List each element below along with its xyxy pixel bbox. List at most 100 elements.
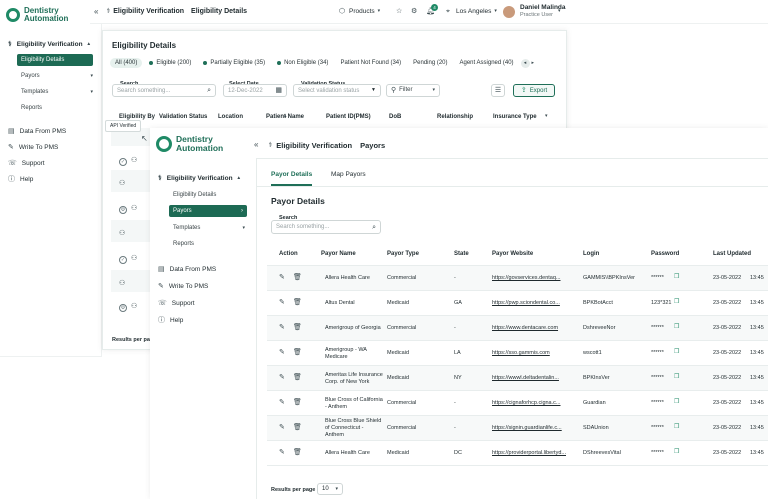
sidebar-item-help[interactable]: ⓘ Help <box>158 317 183 324</box>
edit-icon[interactable]: ✎ <box>279 274 285 281</box>
breadcrumb-root[interactable]: Eligibility Verification <box>276 141 352 150</box>
copy-icon[interactable]: ❐ <box>674 399 679 405</box>
user-icon[interactable]: ⚇ <box>119 280 125 287</box>
table-row[interactable]: ✎ 🗑︎ Amerigroup - WA Medicare Medicaid LA http… <box>267 341 768 366</box>
table-row[interactable]: ✎ 🗑︎ Altus Dental Medicaid GA https://pwp.sci… <box>267 291 768 316</box>
table-row[interactable]: ✎ 🗑︎ Blue Cross of California - Anthem Comme… <box>267 391 768 416</box>
filter-chip-non-eligible[interactable]: Non Eligible (34) <box>272 58 333 68</box>
sidebar-item-reports[interactable]: Reports <box>21 105 42 111</box>
sidebar-item-write-to-pms[interactable]: ✎ Write To PMS <box>158 283 208 290</box>
table-row[interactable]: ✎ 🗑︎ Allera Health Care Commercial - https://… <box>267 266 768 291</box>
list-view-button[interactable]: ☰ <box>491 84 505 97</box>
sort-icon[interactable]: ▴ <box>284 114 287 119</box>
chevron-right-icon[interactable]: ▸ <box>532 60 535 66</box>
sidebar-item-eligibility-details[interactable]: Eligibility Details <box>17 54 93 66</box>
user-icon[interactable]: ⚇ <box>119 230 125 237</box>
sidebar-item-payors[interactable]: Payors ▾ <box>21 73 93 79</box>
copy-icon[interactable]: ❐ <box>674 424 679 430</box>
page-size-select[interactable]: 10 ▾ <box>317 483 343 495</box>
date-picker[interactable]: 12-Dec-2022 ▦ <box>223 84 287 97</box>
validation-status-select[interactable]: Select validation status ▼ <box>293 84 381 97</box>
api-icon[interactable]: ⚙ <box>119 304 127 312</box>
filter-chip-agent-assigned[interactable]: Agent Assigned (40) <box>455 58 519 68</box>
table-row[interactable] <box>111 270 155 292</box>
filter-chip-pending[interactable]: Pending (20) <box>408 58 452 68</box>
sidebar-item-templates[interactable]: Templates ▾ <box>21 89 93 95</box>
user-icon[interactable]: ⚇ <box>131 255 137 262</box>
sidebar-item-help[interactable]: ⓘ Help <box>8 176 33 183</box>
search-input[interactable]: Search something... ⌕ <box>271 220 381 234</box>
payor-website-link[interactable]: https://cignaforhcp.cigna.c... <box>492 400 560 406</box>
sidebar-item-eligibility-details[interactable]: Eligibility Details <box>173 192 216 198</box>
sidebar-item-write-to-pms[interactable]: ✎ Write To PMS <box>8 144 58 151</box>
payor-website-link[interactable]: https://govservices.dentaq... <box>492 275 560 281</box>
copy-icon[interactable]: ❐ <box>674 449 679 455</box>
products-menu[interactable]: Products ▾ <box>349 8 380 15</box>
api-icon[interactable]: ⚙ <box>119 206 127 214</box>
payor-website-link[interactable]: https://sso.gammis.com <box>492 350 550 356</box>
copy-icon[interactable]: ❐ <box>674 349 679 355</box>
table-row[interactable] <box>111 170 155 192</box>
trash-icon[interactable]: 🗑︎ <box>293 449 302 456</box>
filter-button[interactable]: ⚲ Filter ▾ <box>386 84 440 97</box>
copy-icon[interactable]: ❐ <box>674 299 679 305</box>
tab-payor-details[interactable]: Payor Details <box>271 171 313 186</box>
sidebar-item-data-from-pms[interactable]: ▤ Data From PMS <box>158 266 216 273</box>
location-select[interactable]: Los Angeles ▾ <box>456 8 497 15</box>
payor-website-link[interactable]: https://www.dentacare.com <box>492 325 558 331</box>
sort-icon[interactable]: ▾ <box>545 114 548 119</box>
trash-icon[interactable]: 🗑︎ <box>293 349 302 356</box>
sidebar-item-reports[interactable]: Reports <box>173 241 194 247</box>
chevron-left-icon[interactable]: ◂ <box>520 58 530 68</box>
collapse-icon[interactable]: « <box>94 7 98 16</box>
filter-chip-eligible[interactable]: Eligible (200) <box>144 58 196 68</box>
sidebar-item-support[interactable]: ☏ Support <box>158 300 195 307</box>
filter-chip-partially-eligible[interactable]: Partially Eligible (35) <box>198 58 270 68</box>
sidebar-item-eligibility-verification[interactable]: ⚕ Eligibility Verification ▴ <box>8 41 90 48</box>
avatar[interactable] <box>503 5 515 18</box>
api-icon[interactable]: ✓ <box>119 256 127 264</box>
edit-icon[interactable]: ✎ <box>279 424 285 431</box>
table-row[interactable]: ✎ 🗑︎ Amerigroup of Georgia Commercial - https… <box>267 316 768 341</box>
api-icon[interactable]: ✓ <box>119 158 127 166</box>
table-row[interactable]: ✎ 🗑︎ Ameritas Life Insurance Corp. of New Y… <box>267 366 768 391</box>
table-row[interactable] <box>111 220 155 242</box>
copy-icon[interactable]: ❐ <box>674 324 679 330</box>
breadcrumb-root[interactable]: Eligibility Verification <box>113 8 184 15</box>
payor-website-link[interactable]: https://providerportal.libertyd... <box>492 450 566 456</box>
trash-icon[interactable]: 🗑︎ <box>293 424 302 431</box>
trash-icon[interactable]: 🗑︎ <box>293 299 302 306</box>
user-icon[interactable]: ⚇ <box>119 180 125 187</box>
tab-map-payors[interactable]: Map Payors <box>331 171 366 184</box>
filter-chip-all[interactable]: All (400) <box>110 58 143 68</box>
edit-icon[interactable]: ✎ <box>279 349 285 356</box>
sidebar-item-eligibility-verification[interactable]: ⚕ Eligibility Verification ▴ <box>158 175 240 182</box>
copy-icon[interactable]: ❐ <box>674 274 679 280</box>
payor-website-link[interactable]: https://wwwl.deltadentalin... <box>492 375 559 381</box>
sidebar-item-payors[interactable]: Payors › <box>169 205 247 217</box>
sidebar-item-data-from-pms[interactable]: ▤ Data From PMS <box>8 128 66 135</box>
trash-icon[interactable]: 🗑︎ <box>293 399 302 406</box>
user-icon[interactable]: ⚇ <box>131 205 137 212</box>
user-icon[interactable]: ⚇ <box>131 157 137 164</box>
trash-icon[interactable]: 🗑︎ <box>293 324 302 331</box>
gear-icon[interactable]: ⚙ <box>411 8 417 15</box>
edit-icon[interactable]: ✎ <box>279 299 285 306</box>
export-button[interactable]: ⇪ Export <box>513 84 555 97</box>
copy-icon[interactable]: ❐ <box>674 374 679 380</box>
search-input[interactable]: Search something... ⌕ <box>112 84 216 97</box>
edit-icon[interactable]: ✎ <box>279 399 285 406</box>
chevron-down-icon[interactable]: ▾ <box>558 9 561 14</box>
sidebar-item-templates[interactable]: Templates ▾ <box>173 225 245 231</box>
edit-icon[interactable]: ✎ <box>279 449 285 456</box>
table-row[interactable]: ✎ 🗑︎ Allera Health Care Medicaid DC https://p… <box>267 441 768 466</box>
collapse-icon[interactable]: « <box>254 141 258 149</box>
sidebar-item-support[interactable]: ☏ Support <box>8 160 45 167</box>
trash-icon[interactable]: 🗑︎ <box>293 374 302 381</box>
edit-icon[interactable]: ✎ <box>279 324 285 331</box>
payor-website-link[interactable]: https://pwp.sciondental.co... <box>492 300 560 306</box>
table-row[interactable]: ✎ 🗑︎ Blue Cross Blue Shield of Connecticut … <box>267 416 768 441</box>
trash-icon[interactable]: 🗑︎ <box>293 274 302 281</box>
filter-chip-patient-not-found[interactable]: Patient Not Found (34) <box>335 58 406 68</box>
star-icon[interactable]: ☆ <box>396 8 402 15</box>
